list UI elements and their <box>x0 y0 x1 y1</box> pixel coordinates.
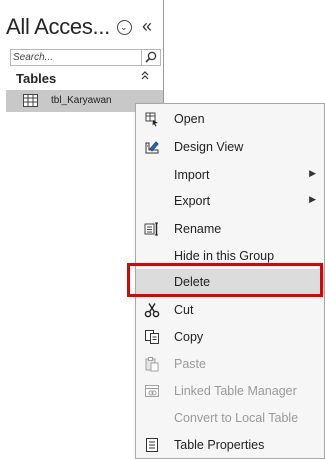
linked-table-manager-icon <box>144 383 160 399</box>
menu-item-rename[interactable]: Rename <box>136 216 324 242</box>
menu-item-label: Import <box>174 168 210 182</box>
menu-item-label: Copy <box>174 330 204 344</box>
search-input[interactable] <box>13 50 139 65</box>
menu-item-linked-table-manager[interactable]: Linked Table Manager <box>136 378 324 404</box>
group-collapse-icon[interactable] <box>140 70 150 85</box>
submenu-arrow-icon: ▶ <box>309 168 316 178</box>
group-label: Tables <box>16 71 57 86</box>
rename-icon <box>144 221 160 237</box>
menu-item-delete[interactable]: Delete <box>136 269 324 295</box>
menu-item-label: Paste <box>174 357 206 371</box>
nav-menu-dropdown-icon[interactable]: ⌄ <box>117 20 132 35</box>
menu-item-open[interactable]: Open <box>136 106 324 132</box>
menu-item-cut[interactable]: Cut <box>136 297 324 323</box>
menu-item-label: Rename <box>174 222 222 236</box>
menu-item-export[interactable]: Export ▶ <box>136 188 324 214</box>
table-icon <box>23 94 38 107</box>
menu-item-label: Convert to Local Table <box>174 411 299 425</box>
menu-item-design-view[interactable]: Design View <box>136 134 324 160</box>
table-item-label: tbl_Karyawan <box>51 95 112 106</box>
menu-item-hide-in-group[interactable]: Hide in this Group <box>136 243 324 269</box>
copy-icon <box>144 329 160 345</box>
menu-item-label: Hide in this Group <box>174 249 275 263</box>
submenu-arrow-icon: ▶ <box>309 194 316 204</box>
menu-item-paste[interactable]: Paste <box>136 351 324 377</box>
menu-item-table-properties[interactable]: Table Properties <box>136 432 324 458</box>
menu-item-label: Open <box>174 112 205 126</box>
tables-group-header[interactable]: Tables <box>6 70 161 88</box>
menu-item-label: Export <box>174 194 211 208</box>
collapse-pane-icon[interactable]: « <box>142 16 152 36</box>
menu-item-convert-to-local[interactable]: Convert to Local Table <box>136 405 324 431</box>
open-table-icon <box>144 111 160 127</box>
table-properties-icon <box>144 437 160 453</box>
paste-icon <box>144 356 160 372</box>
scissors-icon <box>144 302 160 318</box>
menu-item-label: Design View <box>174 140 244 154</box>
design-view-icon <box>144 139 160 155</box>
menu-item-copy[interactable]: Copy <box>136 324 324 350</box>
nav-pane-title[interactable]: All Acces... <box>6 14 110 40</box>
nav-header: All Acces... ⌄ « <box>6 14 161 44</box>
menu-item-label: Delete <box>174 275 211 289</box>
search-icon[interactable] <box>141 50 160 65</box>
menu-item-label: Cut <box>174 303 194 317</box>
menu-item-label: Linked Table Manager <box>174 384 297 398</box>
menu-item-import[interactable]: Import ▶ <box>136 162 324 188</box>
context-menu: Open Design View Import ▶ Export ▶ Renam… <box>135 103 325 459</box>
menu-item-label: Table Properties <box>174 438 265 452</box>
search-box <box>10 49 161 66</box>
